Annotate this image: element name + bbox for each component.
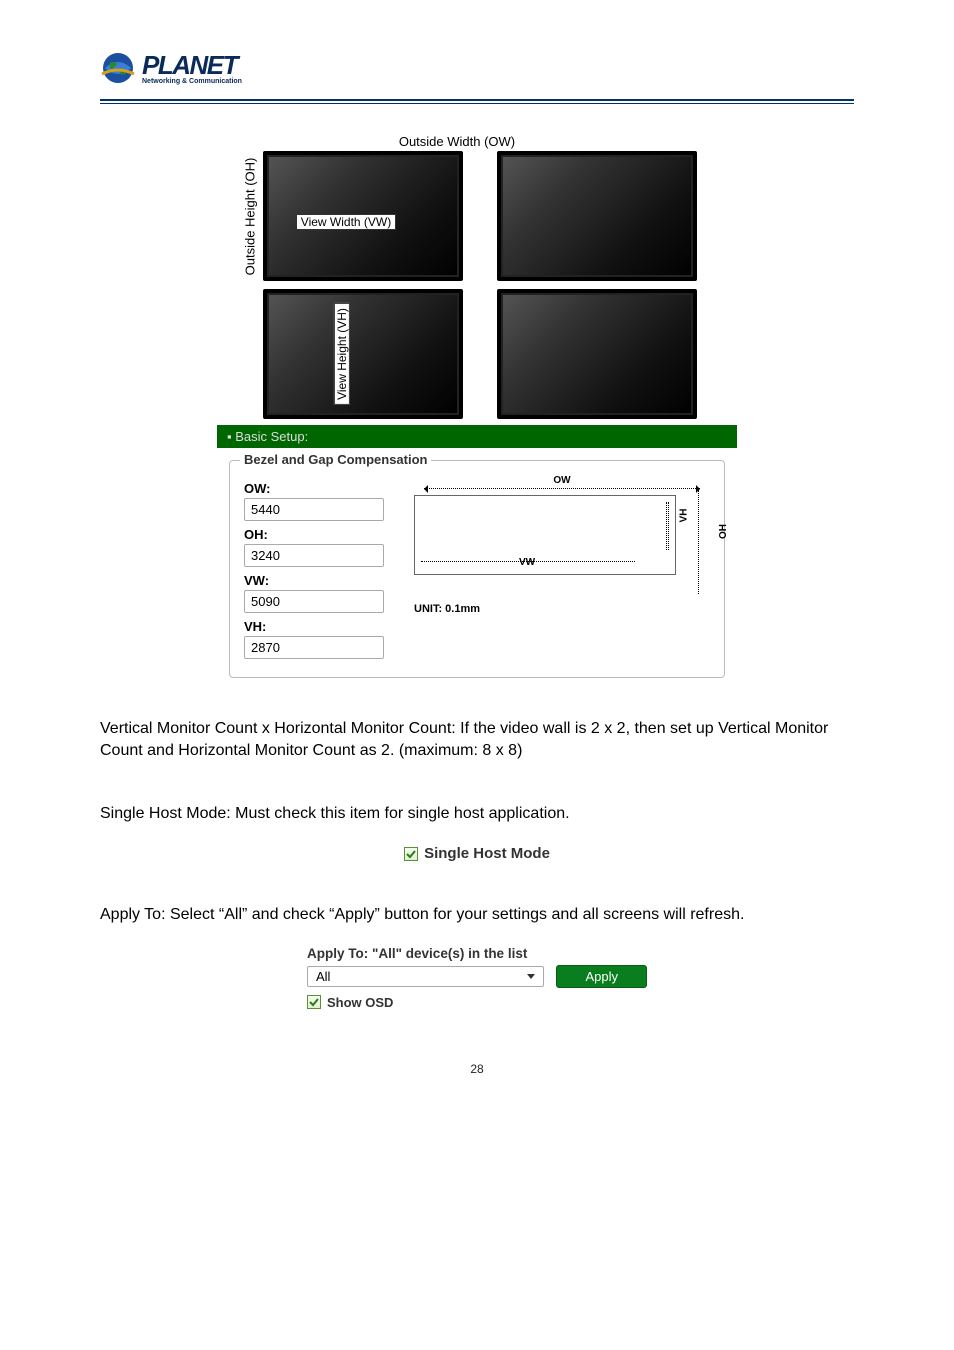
ow-input[interactable] [244,498,384,521]
vw-label: VW: [244,573,384,588]
fieldset-legend: Bezel and Gap Compensation [240,452,431,467]
apply-to-select[interactable]: All [307,966,544,987]
single-host-checkbox[interactable] [404,847,418,861]
paragraph-single-host: Single Host Mode: Must check this item f… [100,803,854,825]
chevron-down-icon [527,974,535,979]
show-osd-checkbox[interactable] [307,995,321,1009]
bezel-gap-fieldset: Bezel and Gap Compensation OW: OH: VW: V… [229,460,725,678]
logo-text: PLANET [142,52,242,78]
diag-ow: OW [414,475,710,486]
monitor-diagram: Outside Width (OW) Outside Height (OH) V… [237,134,717,419]
diag-oh: OH [718,524,729,539]
diag-unit: UNIT: 0.1mm [414,603,710,615]
vh-label: VH: [244,619,384,634]
paragraph-apply-to: Apply To: Select “All” and check “Apply”… [100,904,854,926]
basic-setup-tab-label: Basic Setup: [235,429,308,444]
monitor-top-left: View Width (VW) [263,151,463,281]
check-icon [309,997,319,1007]
view-height-label: View Height (VH) [334,303,350,405]
check-icon [406,849,416,859]
compensation-diagram: OW VW VH OH UNIT: 0.1mm [414,475,710,659]
ow-label: OW: [244,481,384,496]
outside-width-label: Outside Width (OW) [217,134,697,149]
vw-input[interactable] [244,590,384,613]
page-header: PLANET Networking & Communication [100,50,854,104]
vh-input[interactable] [244,636,384,659]
view-width-label: View Width (VW) [296,214,396,230]
apply-to-title: Apply To: "All" device(s) in the list [307,946,647,961]
monitor-bottom-right [497,289,697,419]
basic-setup-panel: ▪ Basic Setup: Bezel and Gap Compensatio… [217,425,737,678]
oh-label: OH: [244,527,384,542]
single-host-mode-label: Single Host Mode [424,845,550,862]
logo: PLANET Networking & Communication [100,50,242,86]
apply-to-selected: All [316,969,330,984]
monitor-bottom-left: View Height (VH) [263,289,463,419]
globe-icon [100,50,136,86]
diag-vh: VH [679,509,690,523]
bullet-icon: ▪ [227,429,232,444]
diag-vw: VW [519,557,535,568]
oh-input[interactable] [244,544,384,567]
apply-button[interactable]: Apply [556,965,647,988]
paragraph-monitor-count: Vertical Monitor Count x Horizontal Moni… [100,718,854,763]
monitor-top-right [497,151,697,281]
basic-setup-tab[interactable]: ▪ Basic Setup: [217,425,737,448]
single-host-mode-figure: Single Host Mode [100,845,854,864]
show-osd-label: Show OSD [327,995,393,1010]
outside-height-label: Outside Height (OH) [243,157,258,275]
logo-subtext: Networking & Communication [142,78,242,85]
page-number: 28 [100,1062,854,1076]
apply-to-figure: Apply To: "All" device(s) in the list Al… [307,946,647,1012]
